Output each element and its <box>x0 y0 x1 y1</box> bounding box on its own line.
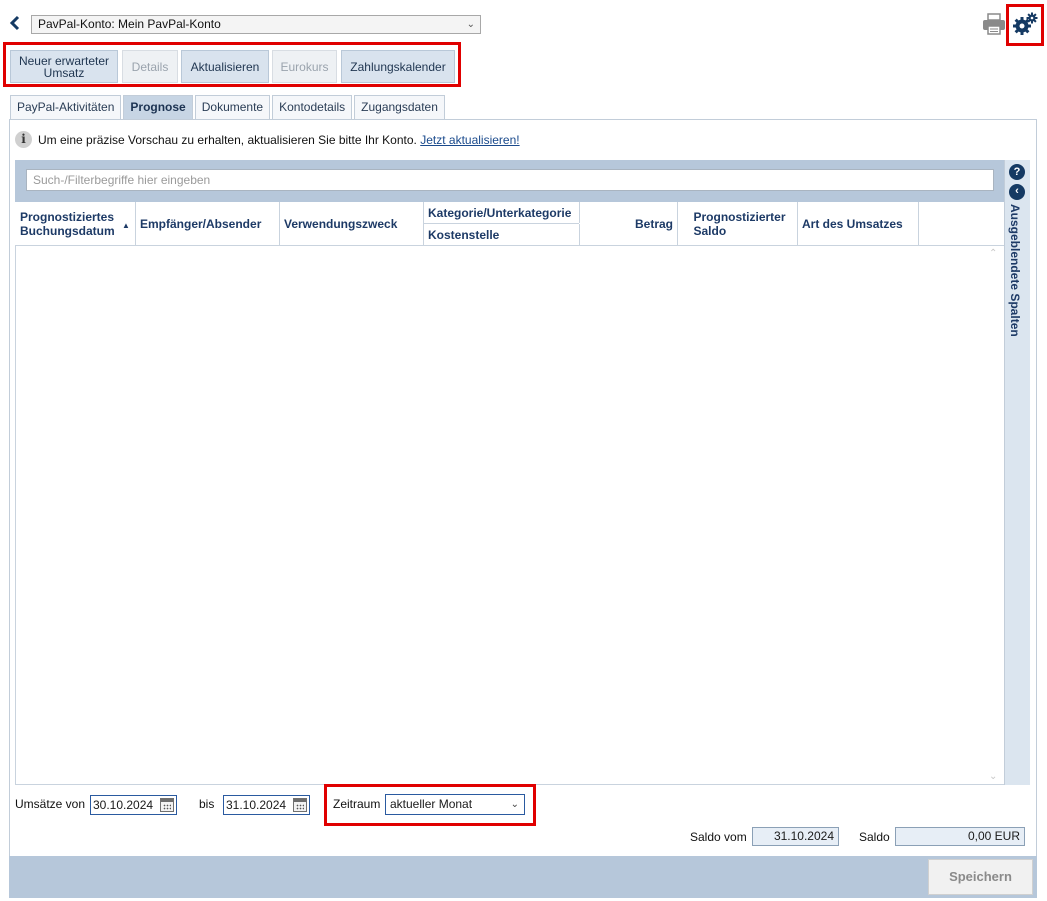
calendar-icon[interactable] <box>293 798 307 812</box>
highlight-frame-settings <box>1006 4 1044 46</box>
column-header-forecast-balance-line2: Saldo <box>693 224 727 238</box>
payment-calendar-button-label: Zahlungskalender <box>350 59 446 74</box>
tab-account-details[interactable]: Kontodetails <box>272 95 353 119</box>
print-icon[interactable] <box>982 13 1006 35</box>
footer-bar <box>9 856 1037 898</box>
search-input[interactable]: Such-/Filterbegriffe hier eingeben <box>26 169 994 191</box>
to-date-label: bis <box>199 797 215 811</box>
balance-value: 0,00 EUR <box>967 829 1020 843</box>
info-message-text: Um eine präzise Vorschau zu erhalten, ak… <box>38 133 421 147</box>
eurokurs-button[interactable]: Eurokurs <box>272 50 337 83</box>
back-arrow-icon[interactable] <box>9 14 21 32</box>
refresh-now-link[interactable]: Jetzt aktualisieren! <box>420 133 519 147</box>
column-header-forecast-date-line2: Buchungsdatum <box>20 224 115 238</box>
info-icon: i <box>15 131 32 148</box>
column-header-party-label: Empfänger/Absender <box>140 217 262 231</box>
period-select-value: aktueller Monat <box>390 797 473 811</box>
balance-date-label: Saldo vom <box>690 830 747 844</box>
balance-field: 0,00 EUR <box>895 827 1025 846</box>
new-expected-transaction-label-line2: Umsatz <box>43 65 85 80</box>
column-header-category-label: Kategorie/Unterkategorie <box>428 205 572 220</box>
scroll-up-icon[interactable]: ⌃ <box>989 248 997 259</box>
column-header-amount-label: Betrag <box>634 217 673 231</box>
from-date-field[interactable]: 30.10.2024 <box>90 795 177 815</box>
from-date-value: 30.10.2024 <box>93 798 154 812</box>
column-header-cost-center[interactable]: Kostenstelle <box>423 224 580 246</box>
chevron-down-icon: ⌄ <box>510 799 519 810</box>
hidden-columns-label[interactable]: Ausgeblendete Spalten <box>1008 204 1022 337</box>
scroll-down-icon[interactable]: ⌄ <box>989 771 997 782</box>
sort-ascending-icon: ▲ <box>122 221 130 230</box>
new-expected-transaction-button[interactable]: Neuer erwarteter Umsatz <box>10 50 118 83</box>
details-button[interactable]: Details <box>122 50 178 83</box>
column-header-category[interactable]: Kategorie/Unterkategorie <box>423 202 580 223</box>
info-message: Um eine präzise Vorschau zu erhalten, ak… <box>38 133 520 147</box>
period-select[interactable]: aktueller Monat ⌄ <box>385 794 525 815</box>
refresh-button-label: Aktualisieren <box>190 59 260 74</box>
account-select[interactable]: PavPal-Konto: Mein PavPal-Konto ⌄ <box>31 15 481 34</box>
tab-forecast[interactable]: Prognose <box>123 95 193 119</box>
tab-documents[interactable]: Dokumente <box>194 95 271 119</box>
column-header-cost-center-label: Kostenstelle <box>428 228 500 242</box>
new-expected-transaction-label-line1: Neuer erwarteter <box>18 53 110 68</box>
tab-paypal-activities[interactable]: PayPal-Aktivitäten <box>10 95 122 119</box>
column-header-purpose[interactable]: Verwendungszweck <box>279 202 424 246</box>
grid-body[interactable] <box>15 246 1004 785</box>
column-header-transaction-type-label: Art des Umsatzes <box>802 217 903 231</box>
column-header-forecast-balance-line1: Prognostizierter <box>693 210 786 224</box>
to-date-value: 31.10.2024 <box>226 798 287 812</box>
header-divider <box>424 223 579 224</box>
account-select-label: PavPal-Konto: Mein PavPal-Konto <box>38 17 221 31</box>
chevron-down-icon: ⌄ <box>466 19 475 30</box>
vertical-scrollbar[interactable]: ⌃ ⌄ <box>985 246 1003 784</box>
eurokurs-button-label: Eurokurs <box>280 59 329 74</box>
period-label: Zeitraum <box>333 797 381 811</box>
column-header-transaction-type[interactable]: Art des Umsatzes <box>797 202 919 246</box>
column-header-forecast-balance[interactable]: Prognostizierter Saldo <box>677 202 798 246</box>
refresh-button[interactable]: Aktualisieren <box>181 50 269 83</box>
help-icon[interactable]: ? <box>1009 164 1025 180</box>
column-header-party[interactable]: Empfänger/Absender <box>135 202 280 246</box>
column-header-forecast-date[interactable]: Prognostiziertes Buchungsdatum <box>15 202 136 246</box>
to-date-field[interactable]: 31.10.2024 <box>223 795 310 815</box>
balance-date-value: 31.10.2024 <box>773 829 834 843</box>
column-header-amount[interactable]: Betrag <box>579 202 678 246</box>
balance-label: Saldo <box>859 830 890 844</box>
payment-calendar-button[interactable]: Zahlungskalender <box>341 50 455 83</box>
details-button-label: Details <box>131 59 169 74</box>
tab-bar: PayPal-Aktivitäten Prognose Dokumente Ko… <box>10 95 447 119</box>
tab-access-data[interactable]: Zugangsdaten <box>354 95 445 119</box>
save-button[interactable]: Speichern <box>928 859 1033 895</box>
calendar-icon[interactable] <box>160 798 174 812</box>
chevron-left-icon[interactable]: ‹ <box>1009 184 1025 200</box>
balance-date-field: 31.10.2024 <box>752 827 839 846</box>
column-header-purpose-label: Verwendungszweck <box>284 217 398 231</box>
column-header-forecast-date-line1: Prognostiziertes <box>20 210 115 224</box>
from-date-label: Umsätze von <box>15 797 86 811</box>
